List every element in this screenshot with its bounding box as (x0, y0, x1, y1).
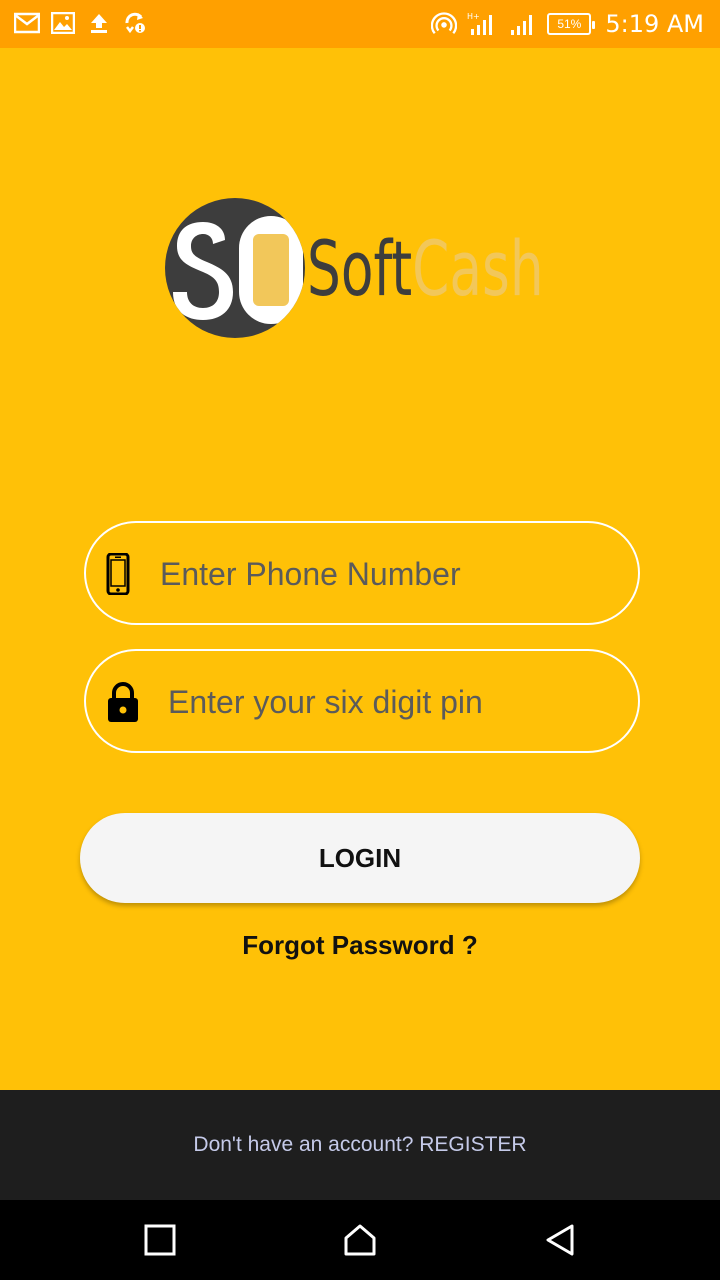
svg-text:H+: H+ (467, 12, 480, 21)
recent-apps-button[interactable] (140, 1220, 180, 1260)
logo-wordmark: SoftCash (307, 224, 544, 313)
sync-icon (122, 10, 148, 36)
register-bar: Don't have an account? REGISTER (0, 1090, 720, 1200)
upload-icon (86, 10, 112, 36)
signal-icon: H+ (467, 11, 499, 37)
phone-input[interactable] (160, 541, 620, 607)
lock-icon (106, 681, 138, 723)
back-button[interactable] (540, 1220, 580, 1260)
login-button[interactable]: LOGIN (80, 813, 640, 903)
signal-icon-2 (509, 11, 537, 37)
pin-input[interactable] (168, 669, 628, 735)
logo-o-shape (239, 216, 303, 324)
navigation-bar (0, 1200, 720, 1280)
softcash-logo: SoftCash (165, 198, 565, 343)
gmail-icon (14, 10, 40, 36)
pin-field[interactable] (84, 649, 640, 753)
battery-icon: 51% (547, 13, 596, 35)
status-bar: H+ 51% 5:19 AM (0, 0, 720, 48)
hotspot-icon (431, 11, 458, 37)
system-indicators: H+ 51% 5:19 AM (431, 8, 704, 40)
register-link[interactable]: Don't have an account? REGISTER (193, 1133, 526, 1157)
phone-icon (106, 552, 136, 596)
home-button[interactable] (340, 1220, 380, 1260)
logo-emblem (165, 198, 305, 338)
notification-icons (14, 10, 148, 36)
forgot-password-link[interactable]: Forgot Password ? (0, 930, 720, 961)
logo-s-shape (167, 216, 239, 324)
logo-word-cash: Cash (412, 224, 544, 313)
image-icon (50, 10, 76, 36)
logo-word-soft: Soft (307, 224, 413, 313)
phone-field[interactable] (84, 521, 640, 625)
clock: 5:19 AM (605, 10, 704, 38)
